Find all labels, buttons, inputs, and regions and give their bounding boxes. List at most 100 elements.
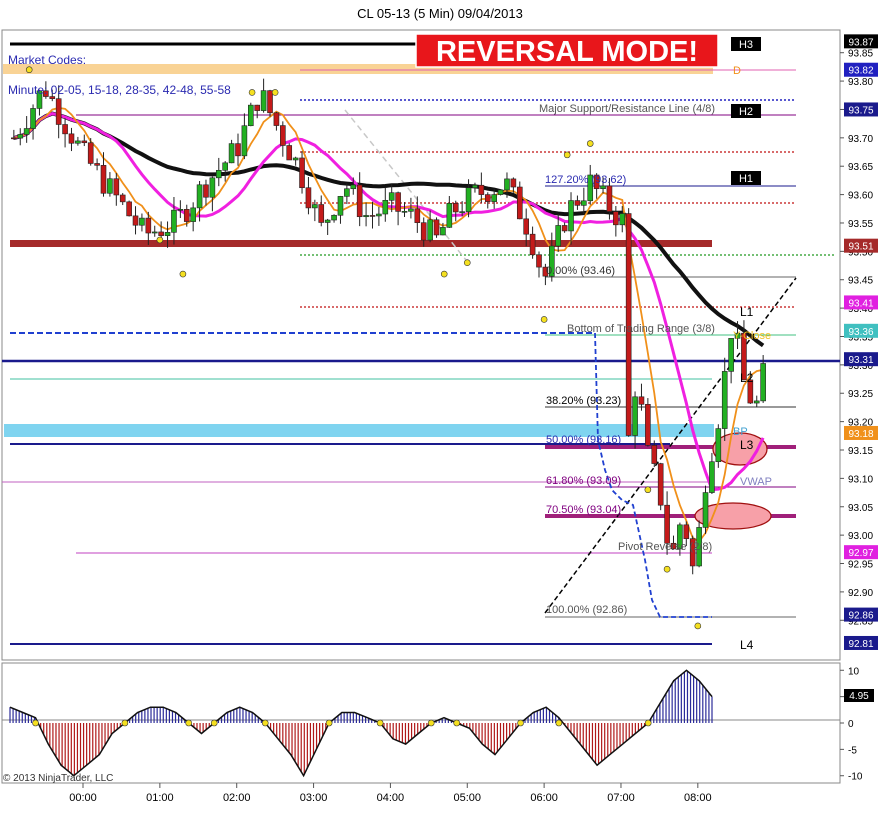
swing-dot — [586, 140, 594, 147]
annotation-fib-100: 100.00% (92.86) — [546, 604, 627, 616]
price-tag-text: 93.87 — [848, 37, 873, 48]
y-tick-label: 92.95 — [848, 560, 873, 571]
y-tick-label: 93.70 — [848, 134, 873, 145]
h2-label: H2 — [739, 106, 753, 118]
annotation-trading-range: Bottom of Trading Range (3/8) — [567, 323, 715, 335]
candle-body — [459, 211, 465, 213]
candle-body — [414, 208, 421, 223]
x-tick-label: 06:00 — [530, 792, 558, 804]
candle-body — [401, 211, 408, 213]
candle-body — [344, 188, 350, 197]
candle-body — [113, 178, 120, 196]
candle-body — [523, 218, 529, 235]
candle-body — [280, 125, 286, 146]
x-tick-label: 01:00 — [146, 792, 174, 804]
candle-body — [107, 178, 113, 194]
osc-tick-label: 0 — [848, 719, 854, 730]
candle-body — [645, 404, 651, 446]
chart-title: CL 05-13 (5 Min) 09/04/2013 — [357, 6, 523, 21]
plot-area-frame — [1, 29, 841, 661]
price-tag-text: 92.81 — [848, 639, 873, 650]
candle-body — [568, 200, 574, 232]
candle-body — [299, 157, 305, 189]
x-tick-label: 00:00 — [69, 792, 97, 804]
y-tick-label: 93.85 — [848, 49, 873, 60]
candle-body — [446, 203, 453, 228]
candle-body — [11, 137, 17, 140]
candle-body — [395, 192, 401, 212]
candle-body — [683, 524, 690, 539]
candle-body — [177, 209, 184, 211]
candle-body — [273, 112, 280, 126]
candle-body — [17, 134, 24, 139]
l1-label: L1 — [740, 305, 754, 319]
x-tick-label: 08:00 — [684, 792, 712, 804]
candle-body — [619, 213, 626, 226]
candle-body — [613, 211, 619, 226]
candle-body — [260, 90, 267, 111]
price-tag-text: 93.82 — [848, 66, 873, 77]
x-tick-label: 02:00 — [223, 792, 251, 804]
candle-body — [203, 184, 209, 198]
candle-body — [728, 338, 734, 372]
candle-body — [433, 219, 440, 236]
candle-body — [241, 125, 248, 157]
candle-body — [600, 185, 606, 190]
candle-body — [452, 203, 459, 213]
swing-dot — [644, 486, 652, 494]
candle-body — [721, 371, 728, 429]
oscillator-axis: 1050-5-10 — [840, 666, 863, 783]
candle-body — [324, 219, 331, 223]
minute-codes-label: Minute: 02-05, 15-18, 28-35, 42-48, 55-5… — [8, 83, 231, 97]
price-tag-text: 93.51 — [848, 242, 873, 253]
candle-body — [516, 186, 523, 220]
annotation-y-close: Y-Close — [733, 330, 771, 342]
osc-tick-label: -10 — [848, 772, 863, 783]
candle-body — [388, 192, 395, 201]
osc-cross-dot — [376, 719, 384, 727]
swing-dot — [156, 236, 164, 244]
annotation-major-sr: Major Support/Resistance Line (4/8) — [539, 103, 715, 115]
candle-body — [158, 231, 164, 236]
l3-label: L3 — [740, 438, 754, 452]
candle-body — [196, 184, 203, 209]
y-tick-label: 93.80 — [848, 77, 873, 88]
candle-body — [753, 400, 760, 404]
annotation-fib-50: 50.00% (93.16) — [546, 434, 621, 446]
candle-body — [504, 178, 510, 191]
candle-body — [190, 207, 196, 222]
y-tick-label: 93.60 — [848, 191, 873, 202]
candle-body — [529, 233, 536, 256]
candle-body — [709, 461, 715, 493]
l4-label: L4 — [740, 638, 754, 652]
candle-body — [440, 227, 446, 236]
candle-body — [337, 196, 344, 216]
x-tick-label: 03:00 — [300, 792, 328, 804]
candle-body — [420, 222, 427, 241]
y-tick-label: 93.55 — [848, 219, 873, 230]
price-tag-text: 93.41 — [848, 298, 873, 309]
candle-body — [497, 189, 504, 195]
candle-body — [657, 463, 664, 506]
candle-body — [382, 200, 389, 215]
price-axis: 93.8593.8093.7593.7093.6593.6093.5593.50… — [840, 49, 873, 627]
x-tick-label: 07:00 — [607, 792, 635, 804]
candle-body — [23, 128, 30, 135]
candle-body — [248, 104, 254, 127]
candle-body — [651, 445, 658, 464]
price-tag-text: 92.86 — [848, 611, 873, 622]
swing-dot — [271, 89, 279, 96]
osc-cross-dot — [644, 719, 652, 727]
candle-body — [350, 184, 357, 190]
candle-body — [478, 184, 485, 195]
candle-body — [235, 143, 241, 157]
candle-body — [68, 133, 75, 144]
brown-resistance-bar — [10, 240, 712, 247]
y-tick-label: 92.90 — [848, 588, 873, 599]
price-tag-text: 93.31 — [848, 355, 873, 366]
candle-body — [581, 200, 587, 206]
candle-body — [318, 204, 325, 223]
candle-body — [606, 185, 613, 212]
candle-body — [312, 204, 318, 209]
osc-cross-dot — [555, 719, 563, 727]
